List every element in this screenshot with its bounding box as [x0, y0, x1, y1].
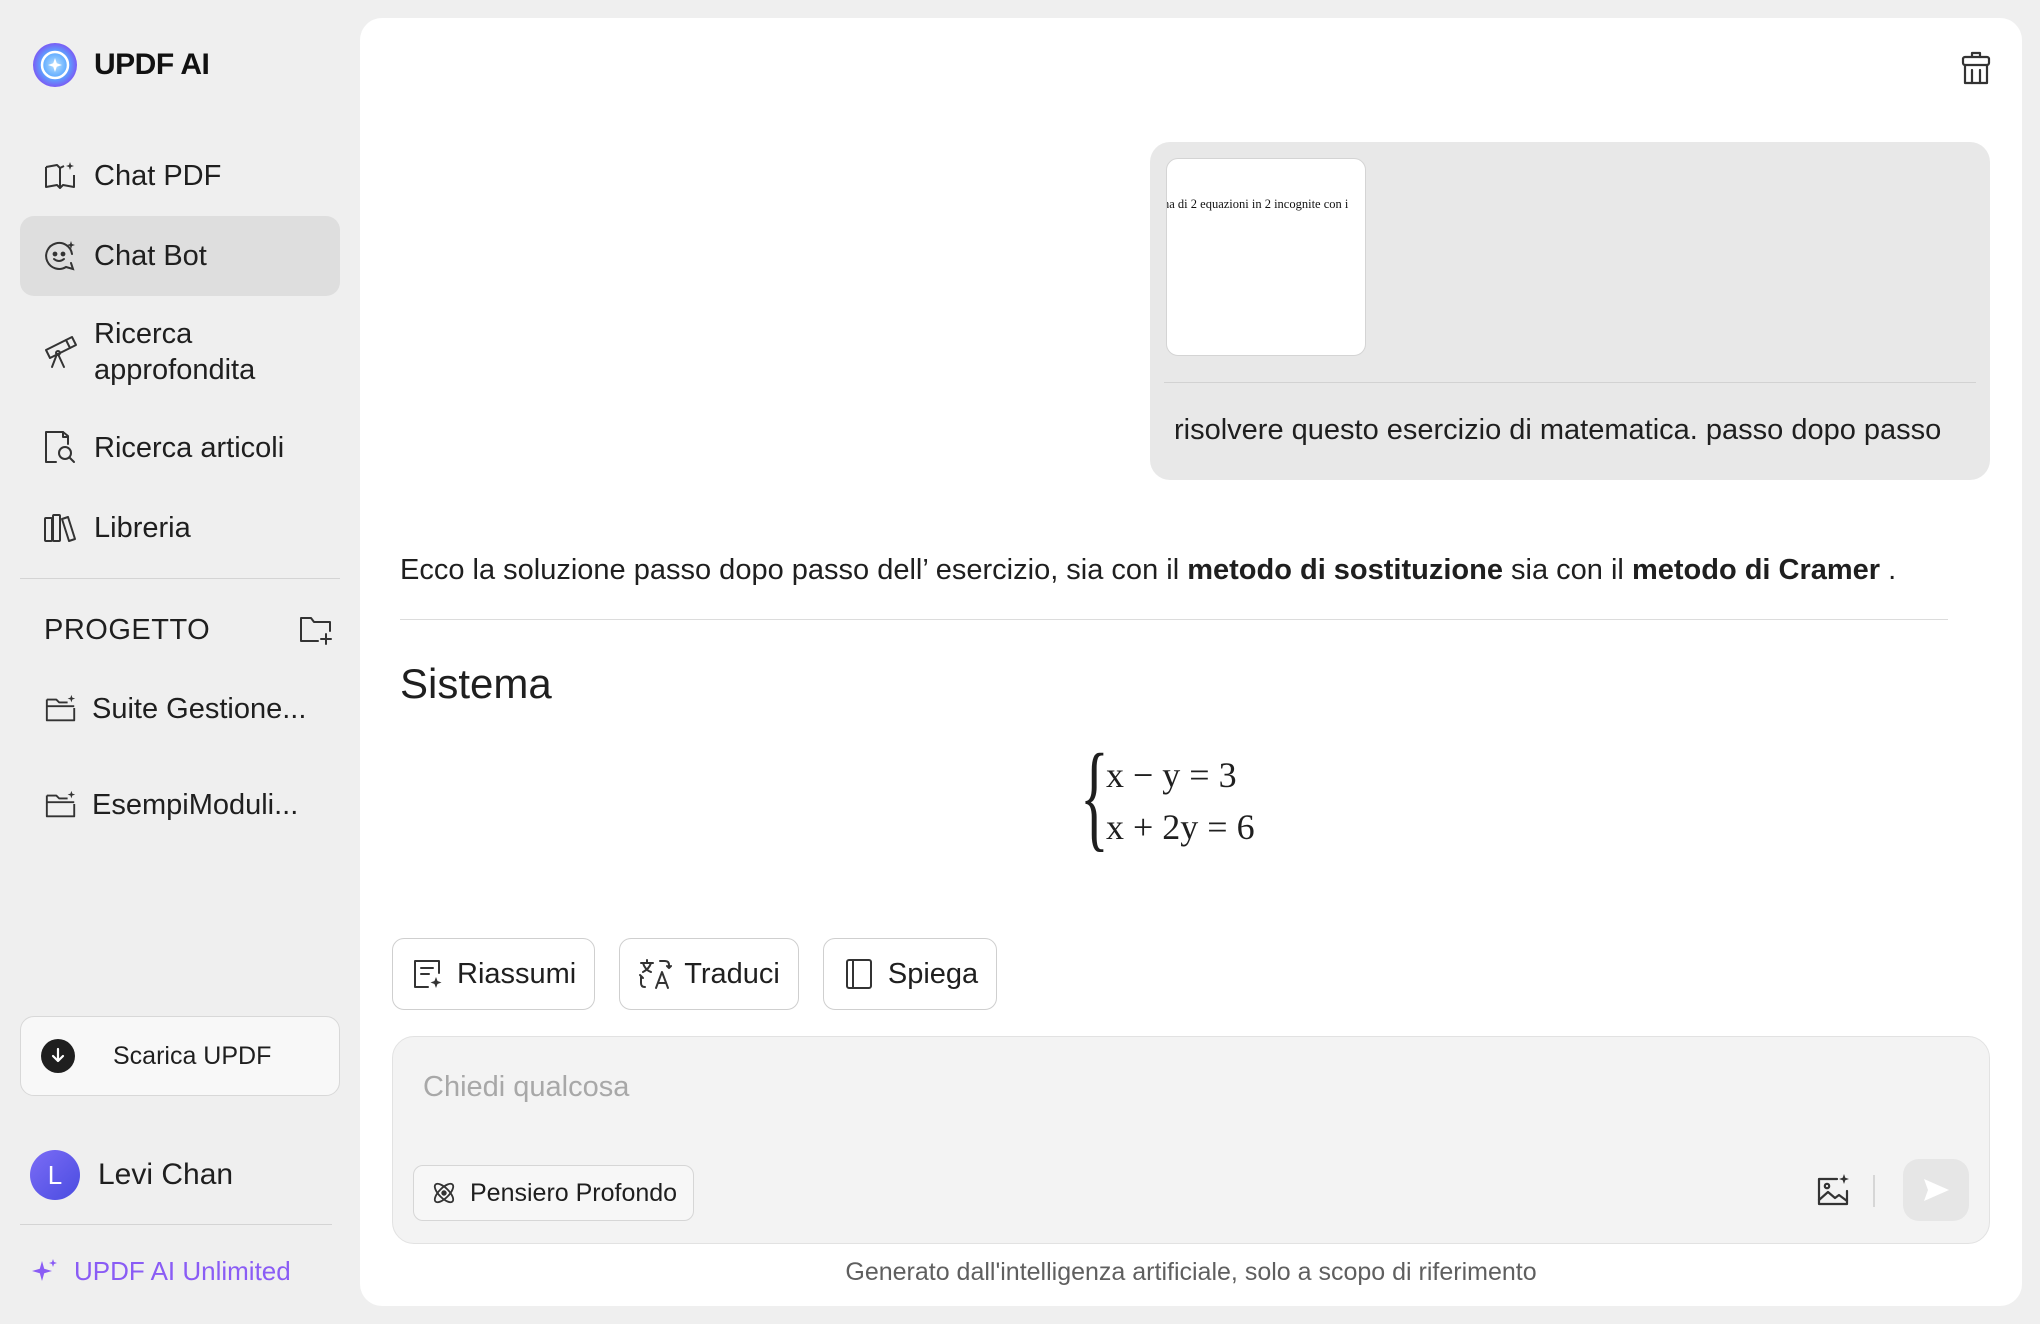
- deep-think-toggle[interactable]: Pensiero Profondo: [413, 1165, 695, 1221]
- answer-section-title: Sistema: [400, 660, 552, 707]
- message-composer: Pensiero Profondo: [392, 1036, 1990, 1244]
- download-icon: [41, 1039, 75, 1073]
- deep-think-label: Pensiero Profondo: [470, 1178, 678, 1207]
- project-header: PROGETTO: [44, 612, 334, 648]
- intro-text: sia con il: [1502, 554, 1632, 586]
- intro-text: Ecco la soluzione passo dopo passo dell’…: [400, 554, 1188, 586]
- intro-text: .: [1880, 554, 1897, 586]
- clear-chat-icon[interactable]: [1956, 48, 1996, 88]
- sidebar-item-chat-pdf[interactable]: Chat PDF: [20, 136, 340, 216]
- summarize-button[interactable]: Riassumi: [392, 938, 596, 1010]
- book-icon: [845, 959, 872, 989]
- user-message-text: risolvere questo esercizio di matematica…: [1174, 414, 1942, 446]
- equation-2: x + 2y = 6: [1106, 807, 1255, 847]
- new-folder-icon[interactable]: [298, 612, 334, 648]
- sidebar-item-label: Ricerca articoli: [94, 431, 285, 464]
- math-brace: {: [1080, 729, 1109, 862]
- chip-label: Traduci: [684, 957, 780, 990]
- send-icon: [1924, 1179, 1949, 1201]
- chip-label: Spiega: [887, 957, 979, 990]
- library-icon: [44, 514, 76, 542]
- doc-search-icon: [45, 431, 75, 463]
- sparkle-icon: [32, 1258, 57, 1281]
- atom-icon: [433, 1182, 455, 1204]
- image-upload-icon[interactable]: [1813, 1171, 1853, 1211]
- intro-bold: metodo di Cramer: [1631, 554, 1881, 586]
- sidebar-divider: [20, 578, 340, 579]
- summary-icon: [414, 960, 442, 988]
- project-item[interactable]: Suite Gestione...: [44, 692, 306, 726]
- book-sparkle-icon: [45, 162, 75, 189]
- answer-divider: [400, 619, 1948, 620]
- app-window: UPDF AI Chat PDF Chat Bot Ricerca approf…: [0, 0, 2040, 1324]
- sidebar-item-label: Ricerca approfondita: [94, 318, 256, 386]
- ai-disclaimer: Generato dall'intelligenza artificiale, …: [845, 1258, 1537, 1286]
- upgrade-label: UPDF AI Unlimited: [74, 1256, 291, 1286]
- explain-button[interactable]: Spiega: [822, 938, 998, 1010]
- sidebar-item-libreria[interactable]: Libreria: [20, 488, 340, 568]
- avatar: L: [30, 1150, 80, 1200]
- chat-panel: na di 2 equazioni in 2 incognite con i r…: [360, 18, 2022, 1306]
- sidebar-divider: [20, 1224, 332, 1225]
- user-name: Levi Chan: [98, 1158, 234, 1191]
- project-item-label: EsempiModuli...: [92, 788, 299, 821]
- attachment-thumbnail[interactable]: na di 2 equazioni in 2 incognite con i: [1166, 158, 1366, 356]
- sidebar-item-ricerca-approfondita[interactable]: Ricerca approfondita: [20, 296, 340, 408]
- telescope-icon: [45, 336, 77, 368]
- brand[interactable]: UPDF AI: [32, 42, 210, 88]
- sidebar-item-ricerca-articoli[interactable]: Ricerca articoli: [20, 408, 340, 488]
- bot-face-icon: [45, 241, 75, 271]
- sidebar: UPDF AI Chat PDF Chat Bot Ricerca approf…: [0, 0, 360, 1324]
- translate-button[interactable]: Traduci: [619, 938, 799, 1010]
- updf-logo-icon: [33, 43, 77, 87]
- composer-separator: [1873, 1175, 1875, 1207]
- folder-sparkle-icon: [45, 790, 76, 818]
- sidebar-item-label: Chat Bot: [94, 239, 207, 272]
- folder-sparkle-icon: [45, 694, 76, 722]
- attachment-snippet: na di 2 equazioni in 2 incognite con i: [1166, 197, 1349, 211]
- user-profile[interactable]: L Levi Chan: [30, 1150, 233, 1200]
- chat-input[interactable]: [423, 1065, 1923, 1109]
- sidebar-nav: Chat PDF Chat Bot Ricerca approfondita R…: [20, 136, 340, 568]
- quick-actions: Riassumi Traduci Spiega: [392, 938, 998, 1010]
- intro-bold: metodo di sostituzione: [1187, 554, 1503, 586]
- assistant-intro: Ecco la soluzione passo dopo passo dell’…: [400, 554, 1896, 587]
- user-message-bubble: na di 2 equazioni in 2 incognite con i r…: [1150, 142, 1990, 480]
- download-updf-button[interactable]: Scarica UPDF: [20, 1016, 340, 1096]
- sidebar-item-chat-bot[interactable]: Chat Bot: [20, 216, 340, 296]
- brand-name: UPDF AI: [94, 48, 210, 81]
- download-label: Scarica UPDF: [113, 1041, 272, 1070]
- project-item[interactable]: EsempiModuli...: [44, 788, 298, 822]
- send-button[interactable]: [1903, 1159, 1969, 1221]
- project-item-label: Suite Gestione...: [92, 692, 307, 725]
- bubble-divider: [1164, 382, 1976, 383]
- upgrade-link[interactable]: UPDF AI Unlimited: [30, 1256, 291, 1287]
- project-section-title: PROGETTO: [44, 613, 211, 646]
- equation-1: x − y = 3: [1106, 755, 1237, 795]
- translate-icon: [639, 959, 673, 989]
- sidebar-item-label: Chat PDF: [94, 159, 222, 192]
- chip-label: Riassumi: [457, 957, 577, 990]
- sidebar-item-label: Libreria: [94, 511, 191, 544]
